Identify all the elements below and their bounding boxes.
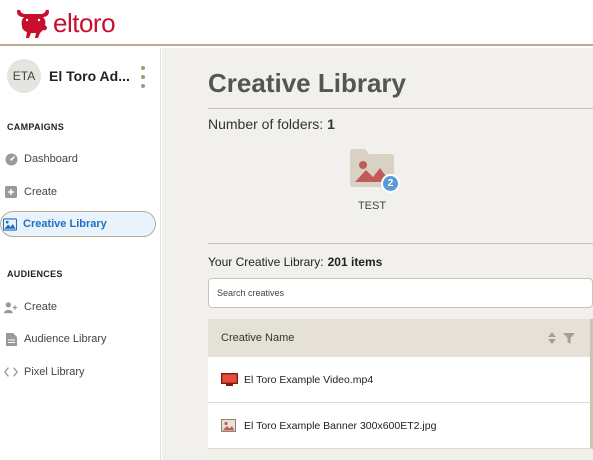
sidebar-item-creative-library[interactable]: Creative Library <box>0 211 156 237</box>
brand-name: eltoro <box>53 8 116 38</box>
sidebar-item-label: Pixel Library <box>24 366 85 378</box>
sidebar-item-create-audience[interactable]: Create <box>4 296 57 318</box>
library-count: Your Creative Library: 201 items <box>208 255 382 269</box>
table-row[interactable]: El Toro Example Banner 300x600ET2.jpg <box>208 403 593 449</box>
bull-logo-icon <box>16 9 50 38</box>
sidebar-item-audience-library[interactable]: Audience Library <box>4 328 107 350</box>
filter-icon[interactable] <box>563 332 575 344</box>
table-header: Creative Name <box>208 319 593 357</box>
sidebar-item-create-campaign[interactable]: Create <box>4 181 57 203</box>
sidebar-item-label: Creative Library <box>23 218 107 230</box>
top-bar: eltoro <box>0 0 593 46</box>
section-title-campaigns: CAMPAIGNS <box>7 122 65 132</box>
dashboard-icon <box>4 152 18 166</box>
creative-name: El Toro Example Video.mp4 <box>244 373 374 386</box>
sidebar-item-label: Create <box>24 186 58 198</box>
folder-name: TEST <box>357 200 387 212</box>
sidebar-item-dashboard[interactable]: Dashboard <box>4 148 78 170</box>
document-icon <box>4 332 18 346</box>
image-icon <box>221 419 239 433</box>
divider <box>208 108 593 109</box>
section-title-audiences: AUDIENCES <box>7 269 63 279</box>
library-count-value: 201 items <box>327 255 383 269</box>
folders-count: Number of folders: 1 <box>208 116 335 132</box>
sidebar-item-label: Create <box>24 301 58 313</box>
folders-count-value: 1 <box>327 116 335 132</box>
code-icon <box>4 365 18 379</box>
creatives-table: Creative Name El Toro Example Video.mp4 … <box>208 319 593 449</box>
folder-test[interactable]: 2 TEST <box>347 148 400 218</box>
avatar: ETA <box>7 59 41 93</box>
column-header-creative-name[interactable]: Creative Name <box>221 332 294 344</box>
sidebar-item-pixel-library[interactable]: Pixel Library <box>4 361 85 383</box>
add-user-icon <box>4 300 18 314</box>
folder-count-badge: 2 <box>381 174 400 193</box>
divider <box>208 243 593 244</box>
table-row[interactable]: El Toro Example Video.mp4 <box>208 357 593 403</box>
eltoro-logo[interactable]: eltoro <box>14 6 116 39</box>
search-input[interactable] <box>208 278 593 308</box>
creative-name: El Toro Example Banner 300x600ET2.jpg <box>244 419 437 432</box>
main-content: Creative Library Number of folders: 1 2 T… <box>162 48 593 460</box>
sidebar-item-label: Audience Library <box>24 333 107 345</box>
library-label: Your Creative Library: <box>208 255 324 269</box>
account-switcher[interactable]: ETA El Toro Ad... <box>7 59 157 93</box>
page-title: Creative Library <box>208 68 406 98</box>
column-controls <box>547 331 575 345</box>
sort-icon[interactable] <box>547 331 557 345</box>
sidebar: ETA El Toro Ad... CAMPAIGNS Dashboard Cr… <box>0 48 161 460</box>
creative-library-icon <box>3 217 17 231</box>
account-name: El Toro Ad... <box>49 68 130 84</box>
plus-square-icon <box>4 185 18 199</box>
folders-label: Number of folders: <box>208 116 324 132</box>
more-options-icon[interactable] <box>138 66 148 88</box>
video-icon <box>221 373 239 387</box>
sidebar-item-label: Dashboard <box>24 153 78 165</box>
